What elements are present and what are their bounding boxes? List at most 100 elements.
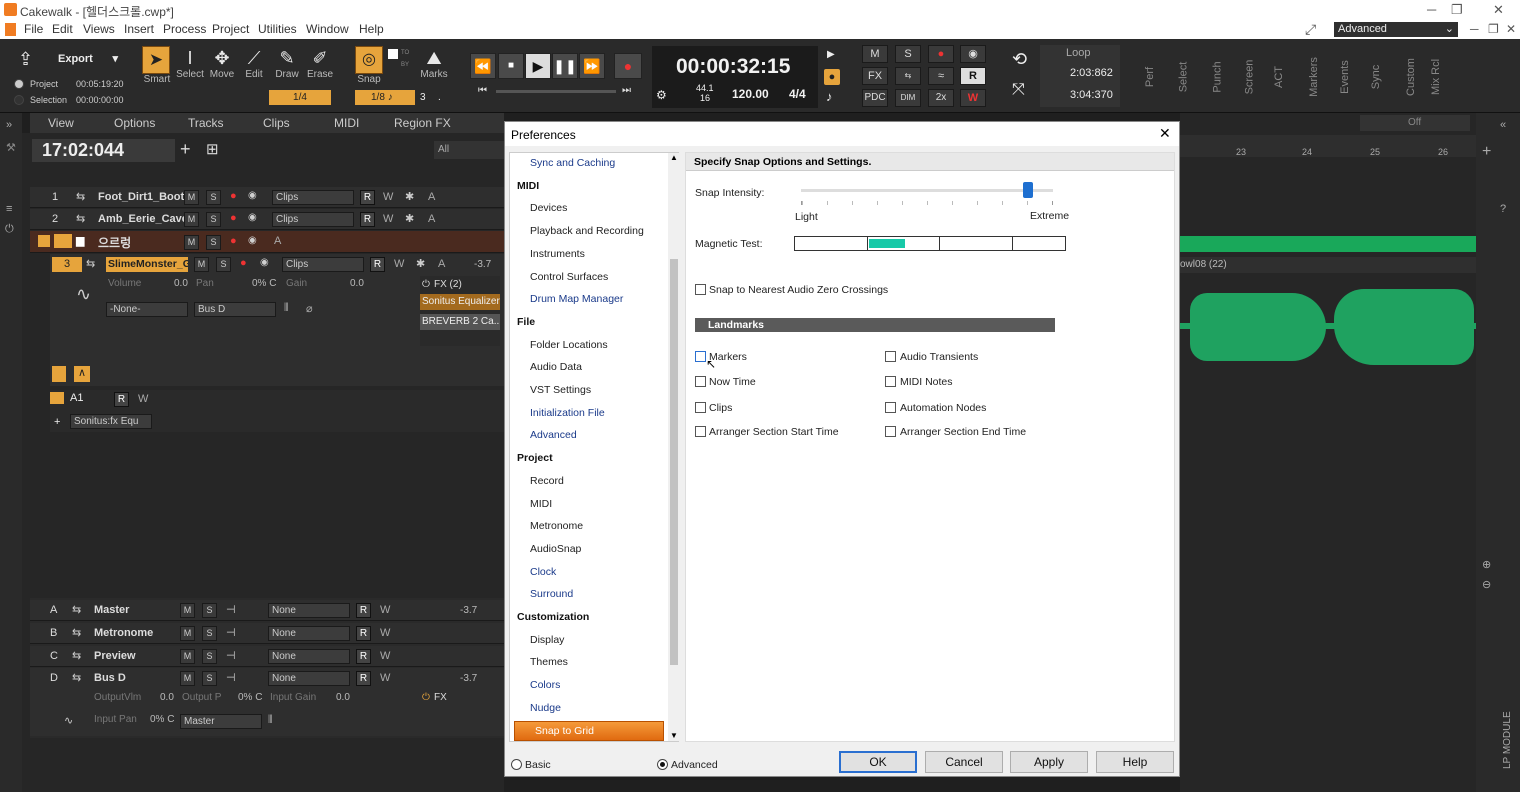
- nav-item-folder-locations[interactable]: Folder Locations: [530, 339, 608, 351]
- erase-tool-button[interactable]: ✐ Erase: [304, 47, 336, 80]
- edit-filter-select[interactable]: Clips: [272, 212, 354, 227]
- read-automation-button[interactable]: R: [356, 626, 371, 641]
- double-button[interactable]: 2x: [928, 89, 954, 107]
- now-time[interactable]: 00:00:32:15: [676, 55, 790, 79]
- solo-button[interactable]: S: [216, 257, 231, 272]
- module-custom[interactable]: Custom: [1405, 58, 1417, 96]
- advanced-radio[interactable]: [657, 759, 668, 770]
- fx-slot[interactable]: Sonitus Equalizer: [420, 294, 500, 310]
- mdi-minimize-icon[interactable]: ─: [1470, 22, 1479, 36]
- phase-icon[interactable]: ⫴: [268, 714, 273, 727]
- write-automation-button[interactable]: W: [383, 213, 393, 225]
- nav-item-midi[interactable]: MIDI: [530, 498, 552, 510]
- close-window-icon[interactable]: ✕: [1493, 2, 1504, 18]
- stop-button[interactable]: ■: [498, 53, 524, 79]
- nav-section-customization[interactable]: Customization: [517, 611, 589, 623]
- track-template-icon[interactable]: ⊞: [206, 140, 219, 158]
- clips-checkbox[interactable]: [695, 402, 706, 413]
- meter[interactable]: 4/4: [789, 87, 806, 101]
- lane-name[interactable]: A1: [68, 392, 114, 406]
- input-echo-icon[interactable]: ◉: [960, 45, 986, 63]
- record-button[interactable]: ●: [614, 53, 642, 79]
- nav-item-record[interactable]: Record: [530, 475, 564, 487]
- folder-collapse-icon[interactable]: [38, 235, 50, 247]
- fx-slot[interactable]: BREVERB 2 Ca...: [420, 314, 500, 330]
- nav-item-sync-and-caching[interactable]: Sync and Caching: [530, 157, 615, 169]
- read-automation-button[interactable]: R: [114, 392, 129, 407]
- magnetic-test-block[interactable]: [869, 239, 905, 248]
- nav-item-display[interactable]: Display: [530, 634, 564, 646]
- ok-button[interactable]: OK: [839, 751, 917, 773]
- time-ruler[interactable]: 23 24 25 26: [1180, 135, 1476, 157]
- bus-row[interactable]: B ⇆ Metronome M S ⊣ None R W: [30, 623, 504, 644]
- punch-icon[interactable]: ⤧: [1012, 81, 1025, 99]
- track-row[interactable]: 1 ⇆ Foot_Dirt1_Boot M S ● ◉ Clips R W ✱ …: [30, 187, 504, 208]
- region-fx-menu[interactable]: Region FX: [394, 116, 451, 130]
- mdi-restore-icon[interactable]: ❐: [1488, 22, 1499, 36]
- nav-item-audiosnap[interactable]: AudioSnap: [530, 543, 581, 555]
- write-automation-button[interactable]: W: [380, 672, 390, 684]
- zoom-in-icon[interactable]: ⊕: [1482, 558, 1491, 571]
- input-select[interactable]: -None-: [106, 302, 188, 317]
- tracks-menu[interactable]: Tracks: [188, 116, 224, 130]
- bus-name[interactable]: Preview: [94, 650, 136, 662]
- interleave-icon[interactable]: ⌀: [306, 302, 313, 315]
- automation-lane-icon[interactable]: ∧: [74, 366, 90, 382]
- close-icon[interactable]: ✕: [1159, 125, 1171, 142]
- slider-thumb[interactable]: [1022, 182, 1033, 198]
- automation-icon[interactable]: ≈: [928, 67, 954, 85]
- power-icon[interactable]: ⏻: [5, 223, 14, 236]
- read-automation-button[interactable]: R: [370, 257, 385, 272]
- input-echo-icon[interactable]: ◉: [248, 190, 257, 201]
- share-icon[interactable]: ⇪: [18, 49, 33, 70]
- solo-button[interactable]: S: [206, 212, 221, 227]
- cancel-button[interactable]: Cancel: [925, 751, 1003, 773]
- nav-item-vst-settings[interactable]: VST Settings: [530, 384, 591, 396]
- input-echo-icon[interactable]: ◉: [260, 257, 269, 268]
- add-icon[interactable]: +: [1482, 143, 1491, 161]
- nav-section-midi[interactable]: MIDI: [517, 180, 539, 192]
- write-automation-button[interactable]: W: [394, 258, 404, 270]
- arranger-start-checkbox[interactable]: [695, 426, 706, 437]
- nav-item-playback-and-recording[interactable]: Playback and Recording: [530, 225, 644, 237]
- bus-row[interactable]: A ⇆ Master M S ⊣ None R W -3.7: [30, 600, 504, 621]
- solo-button[interactable]: S: [202, 603, 217, 618]
- selection-radio[interactable]: [14, 95, 24, 105]
- write-automation-button[interactable]: W: [380, 627, 390, 639]
- edit-filter-select[interactable]: Clips: [272, 190, 354, 205]
- nav-item-initialization-file[interactable]: Initialization File: [530, 407, 605, 419]
- archive-button[interactable]: A: [438, 258, 445, 270]
- snap-resolution-select[interactable]: 1/8 ♪: [355, 90, 415, 105]
- input-pan-value[interactable]: 0% C: [150, 714, 174, 725]
- export-button[interactable]: Export ▾: [44, 50, 126, 68]
- automation-param-select[interactable]: Sonitus:fx Equ: [70, 414, 152, 429]
- send-icon[interactable]: ⊣: [226, 671, 236, 684]
- bus-output-select[interactable]: None: [268, 626, 350, 641]
- clips-menu[interactable]: Clips: [263, 116, 290, 130]
- nav-section-project[interactable]: Project: [517, 452, 553, 464]
- solo-button[interactable]: S: [202, 649, 217, 664]
- nav-item-themes[interactable]: Themes: [530, 656, 568, 668]
- mute-all-button[interactable]: M: [862, 45, 888, 63]
- loop-end[interactable]: 3:04:370: [1070, 89, 1113, 101]
- nav-item-control-surfaces[interactable]: Control Surfaces: [530, 271, 608, 283]
- tool-icon[interactable]: ⚒: [6, 141, 16, 154]
- write-automation-button[interactable]: W: [383, 191, 393, 203]
- input-echo-icon[interactable]: ◉: [248, 235, 257, 246]
- record-mode-icon[interactable]: ●: [824, 69, 840, 85]
- phase-icon[interactable]: ⫴: [284, 302, 289, 315]
- midi-notes-checkbox[interactable]: [885, 376, 896, 387]
- module-events[interactable]: Events: [1339, 60, 1351, 94]
- nav-item-clock[interactable]: Clock: [530, 566, 556, 578]
- module-screen[interactable]: Screen: [1243, 60, 1255, 95]
- edit-tool-button[interactable]: ⟋ Edit: [238, 47, 270, 80]
- bus-name[interactable]: Master: [94, 604, 129, 616]
- track-name[interactable]: Foot_Dirt1_Boot: [98, 191, 184, 203]
- input-echo-icon[interactable]: ◉: [248, 212, 257, 223]
- mute-button[interactable]: M: [184, 190, 199, 205]
- write-automation-button[interactable]: W: [138, 393, 148, 405]
- archive-button[interactable]: A: [274, 235, 281, 247]
- loop-icon[interactable]: ⟲: [1012, 49, 1027, 70]
- track-name[interactable]: Amb_Eerie_Cave: [98, 213, 188, 225]
- clip-header[interactable]: owl08 (22): [1180, 257, 1476, 273]
